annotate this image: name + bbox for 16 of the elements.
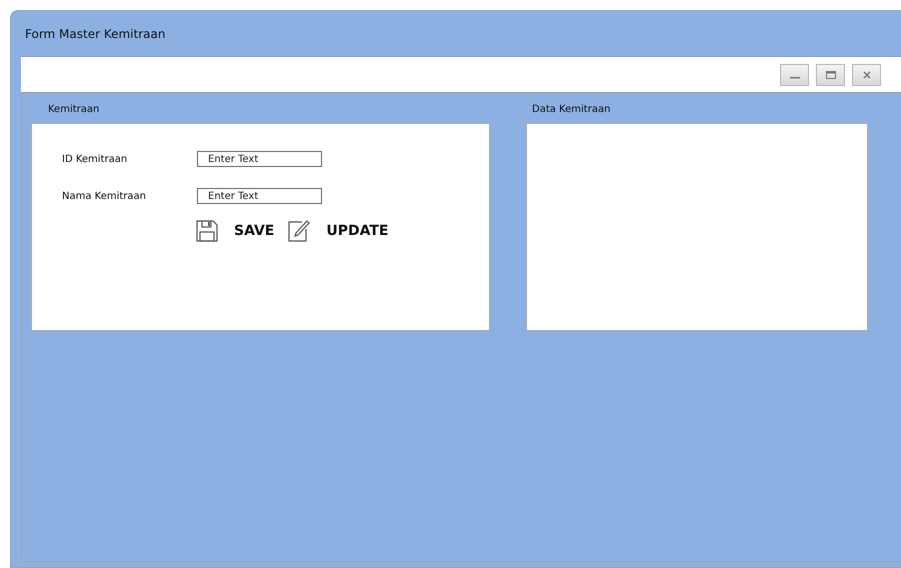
- input-field[interactable]: Enter Text: [197, 151, 322, 167]
- action-button[interactable]: SAVE: [234, 223, 274, 239]
- minimize-button[interactable]: [780, 64, 809, 86]
- window-title: Form Master Kemitraan: [25, 26, 166, 40]
- field-label: ID Kemitraan: [62, 154, 128, 164]
- maximize-button[interactable]: [816, 64, 845, 86]
- close-button[interactable]: [852, 64, 881, 86]
- edit-icon[interactable]: [288, 220, 310, 242]
- input-field[interactable]: Enter Text: [197, 188, 322, 204]
- maximize-icon: [824, 70, 836, 80]
- panel-title: Data Kemitraan: [531, 103, 612, 117]
- minimize-icon: [790, 77, 800, 79]
- field-label: Nama Kemitraan: [62, 190, 148, 202]
- action-button[interactable]: UPDATE: [326, 223, 388, 239]
- panel-title: Kemitraan: [47, 103, 100, 117]
- close-icon: [862, 70, 872, 80]
